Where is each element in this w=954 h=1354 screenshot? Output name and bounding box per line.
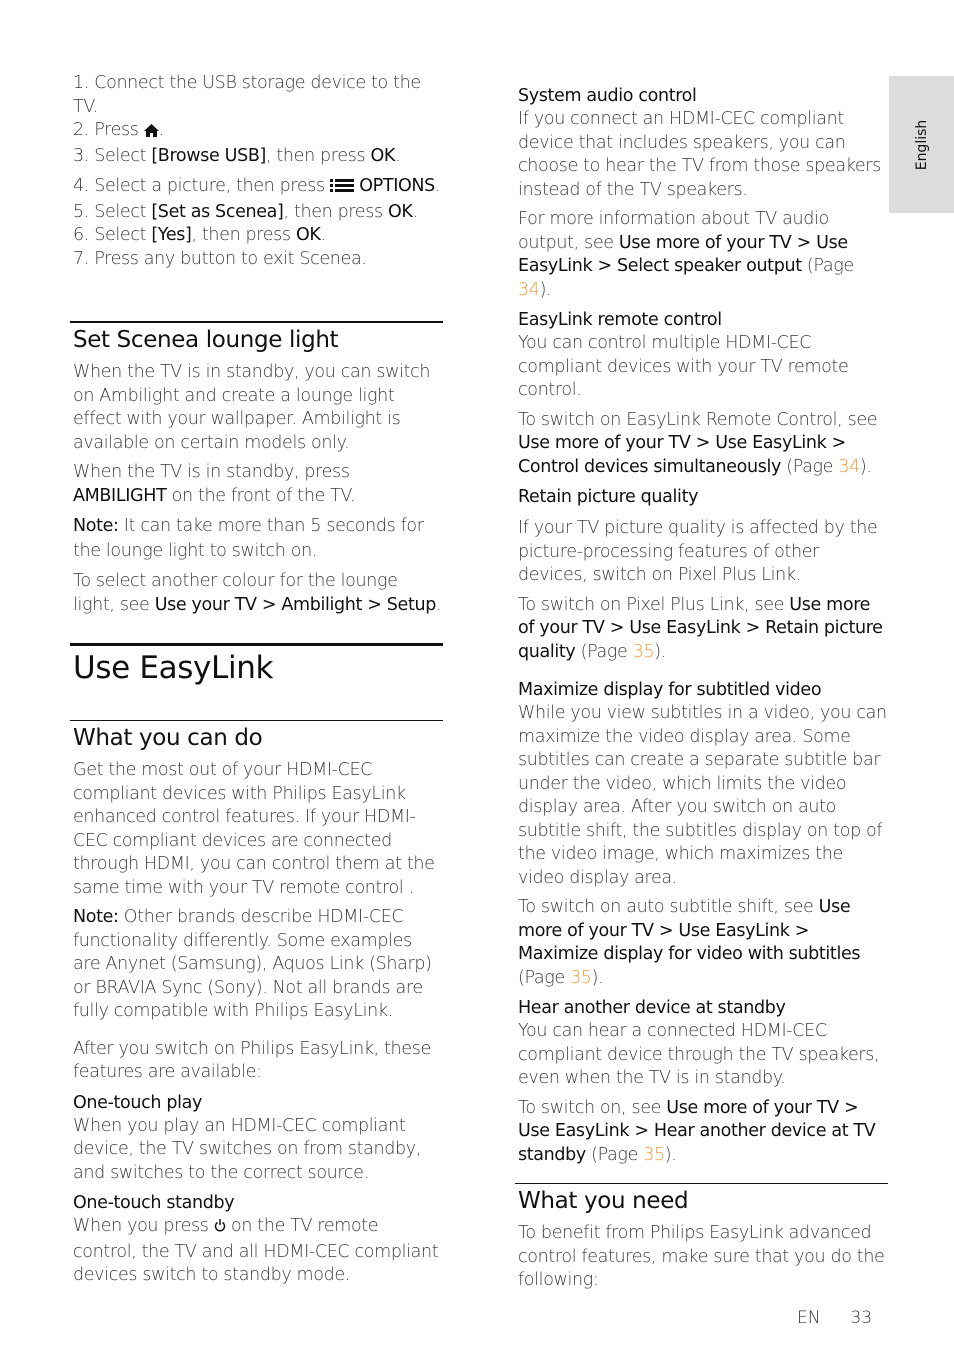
- section-heading-what-you-can-do: What you can do: [70, 720, 443, 753]
- step-5: 5. Select [Set as Scenea], then press OK…: [73, 201, 418, 222]
- feature-reference: To switch on Pixel Plus Link, see Use mo…: [518, 594, 883, 662]
- feature-reference: To switch on EasyLink Remote Control, se…: [518, 409, 878, 477]
- feature-text: When you play an HDMI-CEC compliant devi…: [73, 1115, 422, 1183]
- left-column: 1. Connect the USB storage device to the…: [70, 72, 443, 1294]
- page-link[interactable]: 34: [838, 457, 860, 477]
- feature-title-system-audio: System audio control: [518, 86, 697, 106]
- feature-title-remote-control: EasyLink remote control: [518, 310, 722, 330]
- feature-text: If you connect an HDMI-CEC compliant dev…: [518, 109, 881, 200]
- right-column: System audio control If you connect an H…: [515, 84, 888, 1299]
- easylink-paragraph: After you switch on Philips EasyLink, th…: [73, 1038, 431, 1083]
- feature-title-retain-picture: Retain picture quality: [518, 487, 699, 507]
- feature-text: You can control multiple HDMI-CEC compli…: [518, 333, 849, 400]
- feature-title-maximize-display: Maximize display for subtitled video: [518, 680, 822, 700]
- feature-text: If your TV picture quality is affected b…: [518, 518, 878, 585]
- feature-title-hear-another-device: Hear another device at standby: [518, 998, 786, 1018]
- feature-text: While you view subtitles in a video, you…: [518, 703, 887, 888]
- language-tab: English: [889, 76, 954, 213]
- steps-list: 1. Connect the USB storage device to the…: [73, 72, 443, 271]
- easylink-note: Note: Other brands describe HDMI-CEC fun…: [73, 907, 432, 1021]
- page-link[interactable]: 34: [518, 280, 540, 300]
- page-footer: EN 33: [797, 1308, 872, 1328]
- step-3: 3. Select [Browse USB], then press OK.: [73, 145, 401, 166]
- step-1: 1. Connect the USB storage device to the…: [73, 73, 421, 117]
- easylink-paragraph: Get the most out of your HDMI-CEC compli…: [73, 760, 435, 898]
- feature-text: You can hear a connected HDMI-CEC compli…: [518, 1021, 880, 1088]
- feature-title-one-touch-play: One-touch play: [73, 1092, 203, 1113]
- step-6: 6. Select [Yes], then press OK.: [73, 225, 326, 245]
- step-2: 2. Press .: [73, 119, 443, 145]
- section-heading-lounge: Set Scenea lounge light: [70, 321, 443, 355]
- lounge-paragraph: To select another colour for the lounge …: [73, 571, 442, 615]
- lounge-paragraph: When the TV is in standby, press AMBILIG…: [73, 462, 356, 506]
- step-4: 4. Select a picture, then press OPTIONS.: [73, 175, 443, 201]
- chapter-heading-easylink: Use EasyLink: [70, 643, 443, 686]
- section-heading-what-you-need: What you need: [515, 1183, 888, 1216]
- footer-language: EN: [797, 1308, 821, 1328]
- lounge-note: Note: It can take more than 5 seconds fo…: [73, 516, 424, 561]
- page-link[interactable]: 35: [643, 1145, 665, 1165]
- options-icon: [330, 177, 355, 201]
- feature-reference: To switch on auto subtitle shift, see Us…: [518, 897, 861, 988]
- step-7: 7. Press any button to exit Scenea.: [73, 248, 367, 269]
- feature-reference: To switch on, see Use more of your TV > …: [518, 1097, 876, 1165]
- language-label: English: [913, 119, 930, 170]
- page-link[interactable]: 35: [633, 642, 655, 662]
- feature-text: When you press on the TV remote control,…: [73, 1216, 439, 1285]
- power-icon: [214, 1217, 226, 1241]
- page-link[interactable]: 35: [570, 968, 592, 988]
- feature-reference: For more information about TV audio outp…: [518, 209, 854, 300]
- page-number: 33: [850, 1308, 873, 1328]
- lounge-paragraph: When the TV is in standby, you can switc…: [73, 362, 431, 453]
- feature-title-one-touch-standby: One-touch standby: [73, 1193, 235, 1213]
- home-icon: [143, 121, 159, 145]
- feature-text: To benefit from Philips EasyLink advance…: [518, 1223, 885, 1290]
